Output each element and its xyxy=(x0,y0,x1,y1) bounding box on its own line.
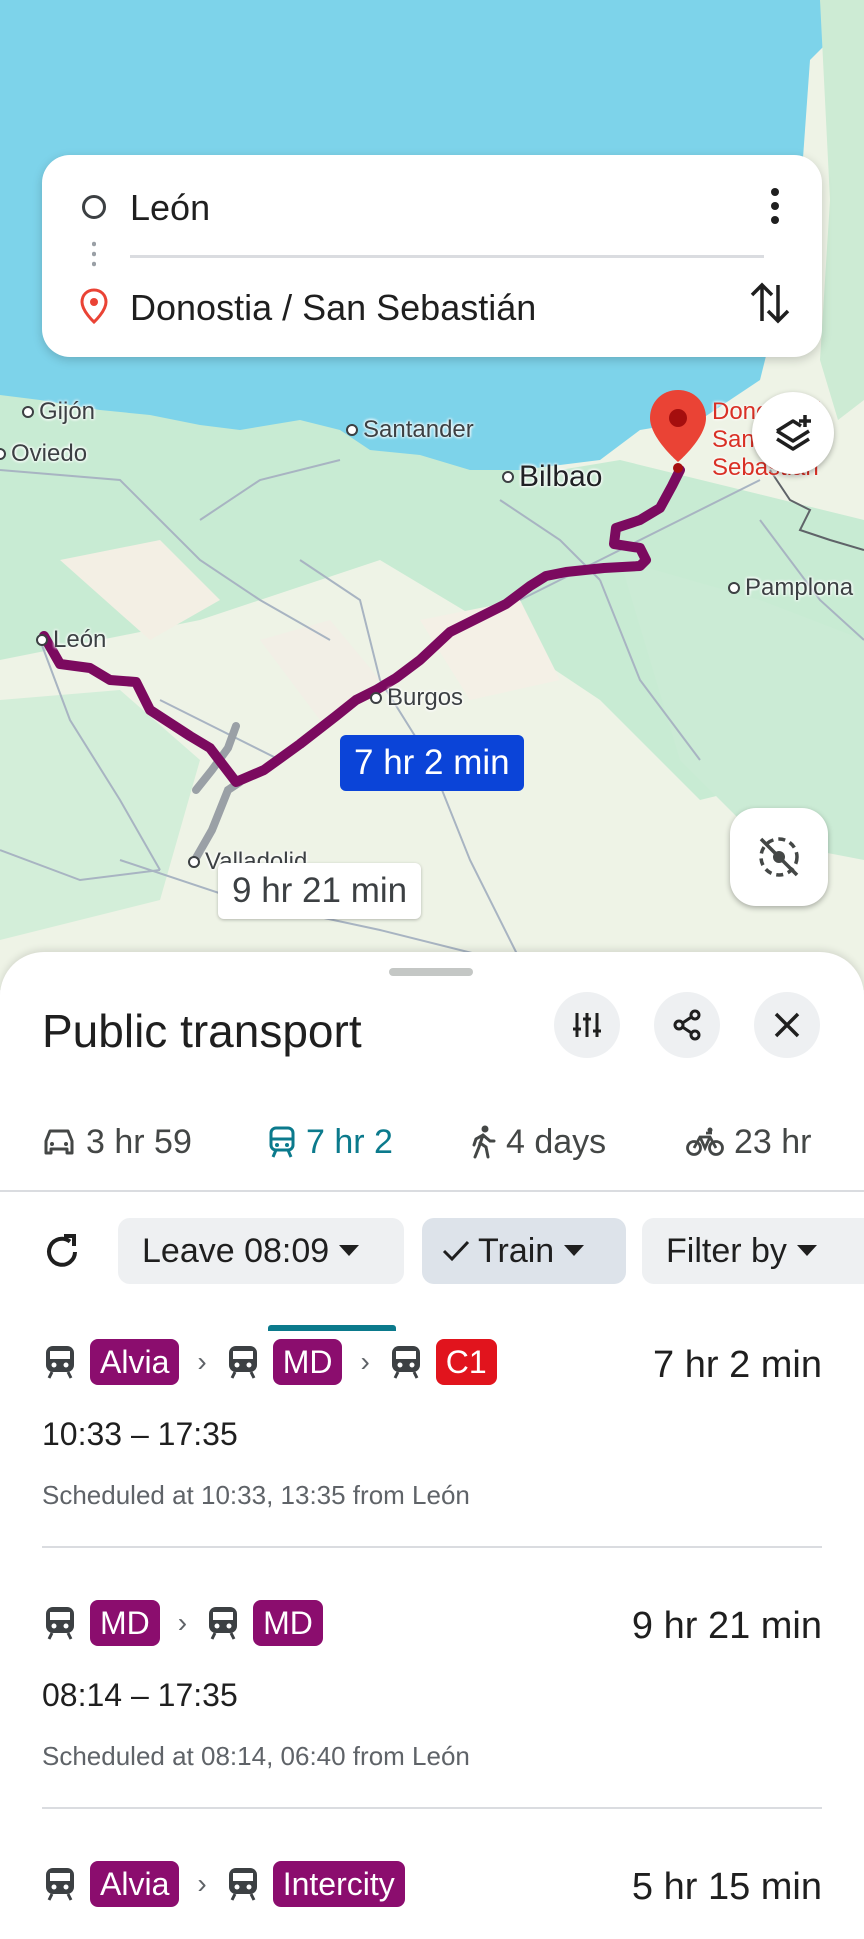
line-badge: MD xyxy=(253,1600,323,1646)
map-city-santander[interactable]: Santander xyxy=(346,416,474,444)
line-badge: MD xyxy=(272,1339,343,1385)
layers-icon xyxy=(776,415,811,451)
car-icon xyxy=(44,1129,74,1155)
location-off-icon xyxy=(759,837,799,877)
map-city-bilbao[interactable]: Bilbao xyxy=(502,460,602,494)
tab-cycling[interactable]: 23 hr xyxy=(686,1092,812,1192)
map-city-burgos[interactable]: Burgos xyxy=(370,684,463,712)
divider xyxy=(42,1807,822,1809)
map-view[interactable]: Gijón Oviedo Santander Bilbao Pamplona L… xyxy=(0,0,864,990)
route-duration: 9 hr 21 min xyxy=(631,1605,822,1647)
origin-circle-icon xyxy=(82,195,106,219)
route-duration-label-primary[interactable]: 7 hr 2 min xyxy=(340,735,524,791)
tab-public-transport[interactable]: 7 hr 2 xyxy=(268,1092,393,1192)
map-city-gijon[interactable]: Gijón xyxy=(22,398,95,426)
line-badge: Alvia xyxy=(90,1861,180,1907)
more-options-icon[interactable] xyxy=(762,183,788,229)
check-icon xyxy=(442,1240,470,1262)
field-divider xyxy=(130,255,764,258)
route-leg: MD xyxy=(205,1600,323,1646)
tab-walking[interactable]: 4 days xyxy=(470,1092,606,1192)
walk-icon xyxy=(472,1125,496,1159)
map-city-leon[interactable]: León xyxy=(36,626,106,654)
chevron-right-icon: › xyxy=(197,1868,207,1899)
route-schedule-note: Scheduled at 08:14, 06:40 from León xyxy=(42,1741,470,1771)
share-icon xyxy=(673,1009,701,1041)
destination-field[interactable]: Donostia / San Sebastián xyxy=(130,287,536,329)
train-icon xyxy=(391,1346,420,1379)
line-badge: Alvia xyxy=(90,1339,180,1385)
route-legs: Alvia › Intercity xyxy=(42,1860,405,1908)
line-badge: Intercity xyxy=(272,1861,405,1907)
route-options-button[interactable] xyxy=(554,992,620,1058)
refresh-icon[interactable] xyxy=(42,1232,82,1272)
route-duration: 7 hr 2 min xyxy=(653,1344,822,1386)
share-button[interactable] xyxy=(654,992,720,1058)
origin-field[interactable]: León xyxy=(130,187,210,229)
route-legs: Alvia › MD › C1 xyxy=(42,1338,497,1386)
directions-bottom-sheet: Public transport 3 hr 59 7 hr 2 4 days 2… xyxy=(0,952,864,1939)
tab-driving[interactable]: 3 hr 59 xyxy=(42,1092,192,1192)
sheet-title: Public transport xyxy=(42,1005,362,1057)
route-leg: Intercity xyxy=(225,1861,405,1907)
route-times: 10:33 – 17:35 xyxy=(42,1416,238,1452)
route-dots-icon xyxy=(92,239,96,269)
directions-search-card: León Donostia / San Sebastián xyxy=(42,155,822,357)
train-icon xyxy=(209,1607,238,1640)
train-icon xyxy=(46,1607,74,1640)
close-button[interactable] xyxy=(754,992,820,1058)
layers-button[interactable] xyxy=(752,392,834,474)
chevron-right-icon: › xyxy=(197,1346,207,1377)
map-city-oviedo[interactable]: Oviedo xyxy=(0,440,87,468)
train-icon xyxy=(269,1126,295,1158)
dropdown-icon xyxy=(796,1245,817,1256)
route-leg: C1 xyxy=(388,1339,497,1385)
destination-pin-icon[interactable] xyxy=(650,390,706,474)
dropdown-icon xyxy=(339,1245,360,1256)
route-leg: MD xyxy=(42,1600,160,1646)
train-icon xyxy=(46,1868,74,1901)
route-option[interactable]: Alvia › MD › C1 7 hr 2 min 10:33 – 17:35… xyxy=(42,1338,822,1550)
chevron-right-icon: › xyxy=(177,1607,188,1638)
route-schedule-note: Scheduled at 10:33, 13:35 from León xyxy=(42,1480,470,1510)
chevron-right-icon: › xyxy=(360,1346,370,1377)
travel-mode-tabs: 3 hr 59 7 hr 2 4 days 23 hr xyxy=(0,1092,864,1331)
tune-icon xyxy=(573,1013,601,1037)
route-legs: MD › MD xyxy=(42,1599,323,1647)
bike-icon xyxy=(686,1127,724,1156)
active-tab-indicator xyxy=(268,1325,396,1331)
route-option[interactable]: MD › MD 9 hr 21 min 08:14 – 17:35 Schedu… xyxy=(42,1599,822,1811)
route-leg: Alvia xyxy=(42,1861,180,1907)
train-icon xyxy=(46,1346,74,1379)
line-badge: C1 xyxy=(435,1339,497,1385)
destination-pin-small-icon xyxy=(80,288,108,324)
filter-by-chip[interactable]: Filter by xyxy=(642,1218,864,1284)
close-icon xyxy=(774,1012,800,1038)
line-badge: MD xyxy=(90,1600,160,1646)
map-city-pamplona[interactable]: Pamplona xyxy=(728,574,853,602)
train-filter-chip[interactable]: Train xyxy=(422,1218,626,1284)
train-icon xyxy=(228,1868,257,1901)
route-leg: Alvia xyxy=(42,1339,180,1385)
swap-direction-icon[interactable] xyxy=(748,279,792,327)
route-times: 08:14 – 17:35 xyxy=(42,1677,238,1713)
location-disabled-button[interactable] xyxy=(730,808,828,906)
train-icon xyxy=(228,1346,257,1379)
route-option[interactable]: Alvia › Intercity 5 hr 15 min xyxy=(42,1860,822,1930)
departure-time-chip[interactable]: Leave 08:09 xyxy=(118,1218,404,1284)
route-leg: MD xyxy=(225,1339,343,1385)
dropdown-icon xyxy=(564,1245,585,1256)
route-duration: 5 hr 15 min xyxy=(631,1866,822,1908)
route-duration-label-alternative[interactable]: 9 hr 21 min xyxy=(218,863,422,919)
sheet-drag-handle[interactable] xyxy=(389,968,473,976)
divider xyxy=(42,1546,822,1548)
